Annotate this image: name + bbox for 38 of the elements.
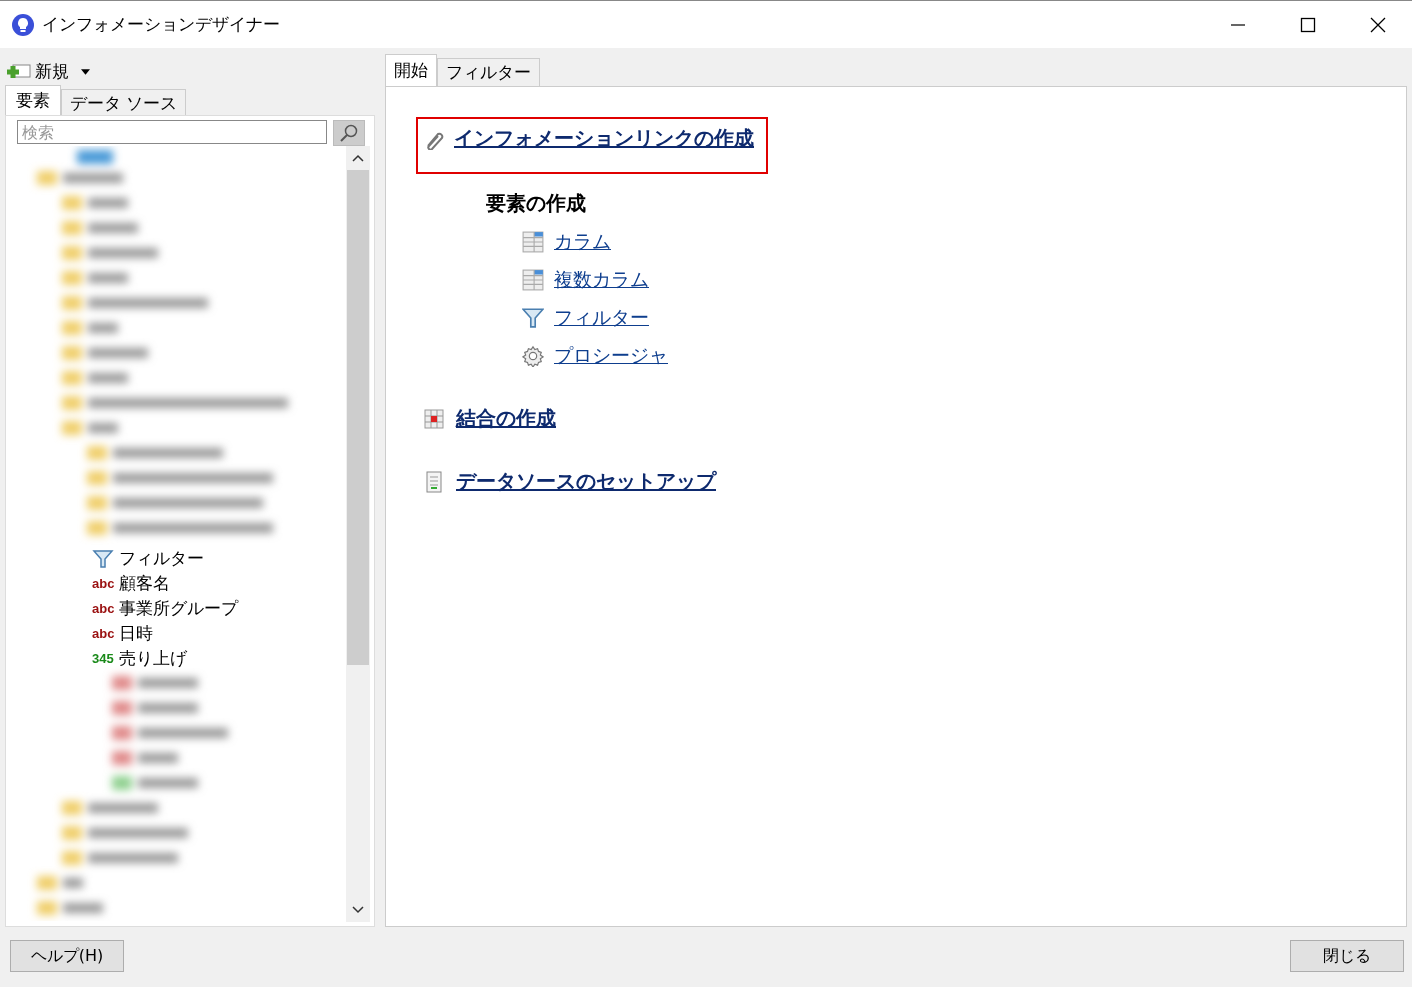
- create-join-link[interactable]: 結合の作成: [456, 405, 556, 432]
- filter-icon: [92, 549, 114, 568]
- tab[interactable]: 開始: [385, 54, 437, 86]
- filter-icon: [522, 307, 544, 329]
- tree-item[interactable]: abc 日時: [92, 621, 239, 646]
- document-icon: [424, 470, 444, 493]
- close-icon[interactable]: [1370, 16, 1386, 33]
- tree-item[interactable]: 345 売り上げ: [92, 646, 239, 671]
- table-icon: [522, 231, 544, 253]
- section-title: 要素の作成: [486, 190, 587, 217]
- new-button[interactable]: 新規: [5, 60, 90, 83]
- table-icon: [522, 269, 544, 291]
- gear-icon: [522, 345, 544, 367]
- search-field[interactable]: 検索: [17, 120, 327, 144]
- element-link[interactable]: フィルター: [554, 305, 649, 331]
- tab[interactable]: データ ソース: [61, 89, 187, 115]
- maximize-icon[interactable]: [1300, 16, 1316, 33]
- tab[interactable]: フィルター: [437, 58, 540, 86]
- lightbulb-icon: [12, 13, 34, 36]
- help-button[interactable]: ヘルプ(H): [10, 940, 124, 972]
- element-link[interactable]: 複数カラム: [554, 267, 649, 293]
- tree-item[interactable]: フィルター: [92, 546, 239, 571]
- caret-icon: [81, 68, 90, 75]
- create-information-link[interactable]: インフォメーションリンクの作成: [454, 125, 754, 152]
- close-button[interactable]: 閉じる: [1290, 940, 1404, 972]
- search-button[interactable]: [333, 120, 365, 146]
- scroll-down-icon[interactable]: [352, 906, 364, 914]
- element-link[interactable]: プロシージャ: [554, 343, 668, 369]
- scrollbar[interactable]: [346, 146, 370, 922]
- tab[interactable]: 要素: [5, 85, 61, 115]
- data-source-setup-link[interactable]: データソースのセットアップ: [456, 468, 716, 495]
- scroll-up-icon[interactable]: [352, 154, 364, 162]
- add-icon: [5, 62, 31, 81]
- tree-item[interactable]: abc 事業所グループ: [92, 596, 239, 621]
- grid-icon: [424, 407, 444, 430]
- tree-item[interactable]: abc 顧客名: [92, 571, 239, 596]
- element-link[interactable]: カラム: [554, 229, 611, 255]
- window-title: インフォメーションデザイナー: [42, 13, 280, 36]
